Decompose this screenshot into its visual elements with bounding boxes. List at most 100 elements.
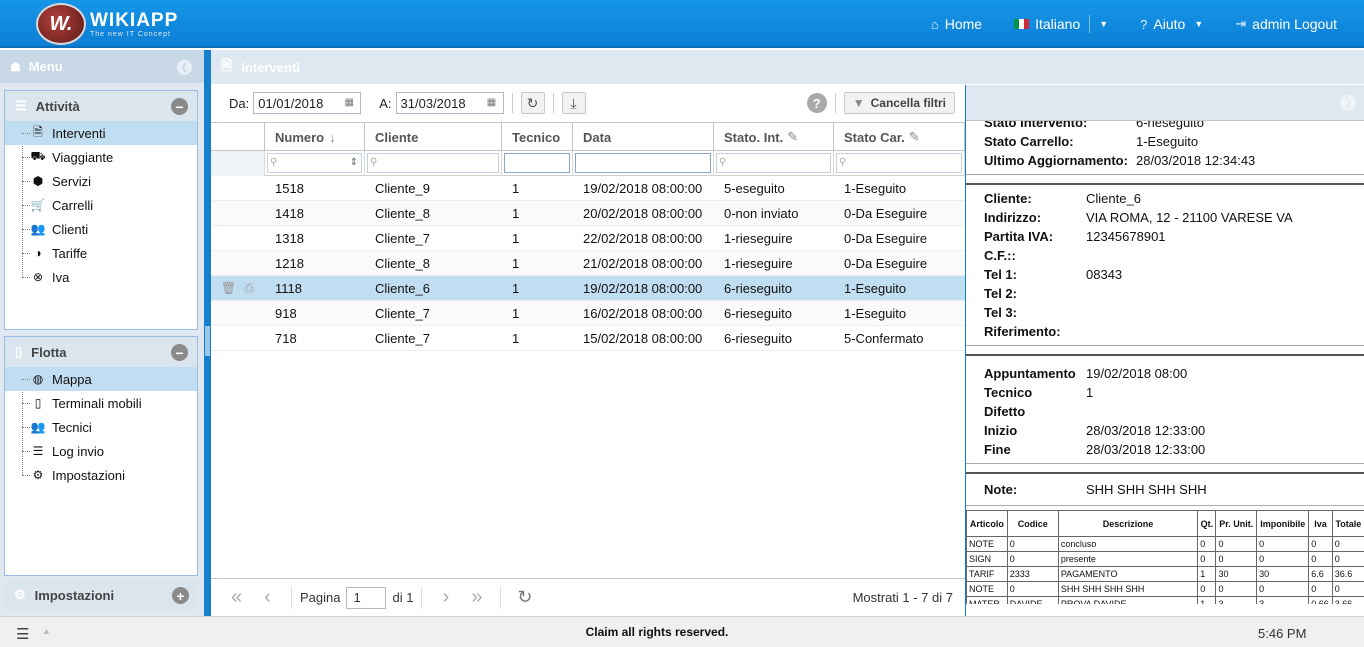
sidebar-item-carrelli[interactable]: 🛒 Carrelli: [5, 193, 197, 217]
language-menu[interactable]: Italiano ▼: [1014, 15, 1108, 33]
sidebar-item-viaggiante[interactable]: ⛟ Viaggiante: [5, 145, 197, 169]
table-row[interactable]: 1418 Cliente_8 1 20/02/2018 08:00:00 0-non i…: [211, 201, 965, 226]
expand-panel-button[interactable]: +: [172, 587, 189, 604]
customer-section: Cliente: Cliente_6 Indirizzo: VIA ROMA, 12…: [966, 183, 1364, 346]
table-row[interactable]: 718 Cliente_7 1 15/02/2018 08:00:00 6-rieseg…: [211, 326, 965, 351]
sign-out-icon: ⇥: [1235, 16, 1247, 31]
help-menu[interactable]: ? Aiuto ▼: [1140, 16, 1203, 32]
from-date-field[interactable]: 01/01/2018 ▦: [253, 92, 362, 114]
items-table-cell: 0: [1197, 581, 1217, 597]
table-row[interactable]: 🗑 ⎙ 1118 Cliente_6 1 19/02/2018 08:00:00 6-rie…: [211, 276, 965, 301]
page-number-input[interactable]: 1: [346, 586, 387, 609]
filter-stato-car-input[interactable]: ⚲: [836, 153, 962, 173]
sidebar-item-servizi[interactable]: ⬢ Servizi: [5, 169, 197, 193]
items-table-cell: 2333: [1006, 566, 1059, 582]
collapse-sidebar-button[interactable]: ❮: [177, 60, 192, 75]
caret-down-icon: ▼: [1099, 19, 1109, 29]
help-button[interactable]: ?: [806, 93, 827, 113]
refresh-icon: ↻: [526, 94, 539, 111]
cell-numero: 718: [275, 330, 297, 346]
pager-status: Mostrati 1 - 7 di 7: [852, 590, 953, 605]
items-table-cell: SHH SHH SHH SHH: [1057, 581, 1199, 597]
refresh-icon[interactable]: ↻: [509, 587, 540, 608]
sidebar-item-iva[interactable]: ⊗ Iva: [5, 265, 197, 289]
sidebar-item-tariffe[interactable]: ◑ Tariffe: [5, 241, 197, 265]
column-header-cliente[interactable]: Cliente: [365, 123, 502, 151]
items-table-cell: 0: [1006, 536, 1059, 552]
sidebar-splitter[interactable]: [204, 50, 211, 616]
trash-icon[interactable]: 🗑: [221, 281, 236, 296]
filter-cliente-input[interactable]: ⚲: [367, 153, 499, 173]
cell-tecnico: 1: [512, 255, 520, 271]
logout-link[interactable]: ⇥ admin Logout: [1235, 16, 1337, 32]
first-page-icon[interactable]: «: [221, 586, 252, 609]
caret-down-icon: ▼: [1194, 19, 1204, 29]
filter-numero-input[interactable]: ⚲ ⇕: [267, 153, 362, 173]
document-icon: 🗎: [33, 124, 43, 139]
print-icon[interactable]: ⎙: [244, 281, 254, 296]
collapse-panel-button[interactable]: −: [171, 344, 188, 361]
sidebar-item-mappa[interactable]: ◍ Mappa: [5, 367, 197, 391]
note-section: Note: SHH SHH SHH SHH: [966, 472, 1364, 506]
filter-stato-int-input[interactable]: ⚲: [716, 153, 831, 173]
cell-cliente: Cliente_6: [375, 280, 430, 296]
column-header-stato-int[interactable]: Stato. Int. ✎: [714, 123, 834, 151]
items-table-cell: 0: [1197, 536, 1217, 552]
logo[interactable]: W. WIKIAPP The new IT Concept: [36, 3, 178, 45]
prev-page-icon[interactable]: ‹: [252, 586, 283, 609]
sidebar-item-log-invio[interactable]: ☰ Log invio: [5, 439, 197, 463]
gears-icon: ⚙: [14, 587, 26, 602]
list-icon: ☰: [32, 444, 44, 458]
sidebar-item-clienti[interactable]: 👥 Clienti: [5, 217, 197, 241]
spinner-icon[interactable]: ⇕: [350, 154, 358, 172]
cart-icon: 🛒: [30, 198, 46, 212]
cell-data: 16/02/2018 08:00:00: [583, 305, 703, 321]
truck-icon: ⛟: [30, 149, 46, 163]
column-header-stato-car[interactable]: Stato Car. ✎: [834, 123, 965, 151]
calendar-icon[interactable]: ▦: [483, 95, 501, 111]
top-nav: ⌂ Home Italiano ▼ ? Aiuto ▼ ⇥ admin Logo…: [899, 0, 1337, 48]
items-table-row: TARIF 2333 PAGAMENTO 1 30 30 6.6 36.6: [966, 566, 1364, 582]
cell-stato-int: 6-rieseguito: [724, 280, 792, 296]
cell-stato-int: 5-eseguito: [724, 180, 785, 196]
next-page-icon[interactable]: ›: [430, 586, 461, 609]
sidebar-item-interventi[interactable]: 🗎 Interventi: [5, 121, 197, 145]
items-table-cell: TARIF: [966, 566, 1008, 582]
cell-stato-car: 1-Eseguito: [844, 280, 907, 296]
to-date-field[interactable]: 31/03/2018 ▦: [395, 92, 504, 114]
calendar-icon[interactable]: ▦: [340, 95, 358, 111]
sidebar-item-tecnici[interactable]: 👥 Tecnici: [5, 415, 197, 439]
copyright-text: Claim all rights reserved.: [585, 625, 729, 639]
download-button[interactable]: ⤓: [561, 92, 586, 114]
items-table-cell: NOTE: [966, 581, 1008, 597]
collapse-panel-button[interactable]: −: [171, 98, 188, 115]
column-header-data[interactable]: Data: [573, 123, 714, 151]
items-table-cell: 0: [1256, 536, 1310, 552]
sidebar-item-terminali-mobili[interactable]: ▯ Terminali mobili: [5, 391, 197, 415]
table-row[interactable]: 1518 Cliente_9 1 19/02/2018 08:00:00 5-esegu…: [211, 176, 965, 201]
clear-filters-button[interactable]: ▼ Cancella filtri: [843, 92, 955, 114]
home-link[interactable]: ⌂ Home: [931, 16, 982, 32]
collapse-detail-button[interactable]: ❯: [1340, 95, 1356, 111]
cell-cliente: Cliente_8: [375, 205, 430, 221]
table-row[interactable]: 1218 Cliente_8 1 21/02/2018 08:00:00 1-riese…: [211, 251, 965, 276]
sidebar-item-impostazioni[interactable]: ⚙ Impostazioni: [5, 463, 197, 487]
cell-numero: 1418: [275, 205, 304, 221]
column-header-tecnico[interactable]: Tecnico: [502, 123, 573, 151]
detail-content: Stato Intervento: 6-rieseguito Stato Carr…: [966, 109, 1364, 604]
refresh-button[interactable]: ↻: [520, 92, 545, 114]
filter-tecnico-input[interactable]: [504, 153, 570, 173]
items-table-cell: presente: [1057, 551, 1199, 567]
cell-stato-int: 0-non inviato: [724, 205, 799, 221]
table-row[interactable]: 1318 Cliente_7 1 22/02/2018 08:00:00 1-riese…: [211, 226, 965, 251]
table-row[interactable]: 918 Cliente_7 1 16/02/2018 08:00:00 6-rieseg…: [211, 301, 965, 326]
last-page-icon[interactable]: »: [461, 586, 492, 609]
filter-icon: ▼: [852, 96, 865, 110]
panel-flotta-header[interactable]: ▯ Flotta −: [5, 337, 197, 367]
filter-data-input[interactable]: [575, 153, 711, 173]
panel-attivita-header[interactable]: ☰ Attività −: [5, 91, 197, 121]
cell-numero: 1518: [275, 180, 304, 196]
edit-icon: ✎: [787, 129, 799, 144]
column-header-numero[interactable]: Numero ↓: [265, 123, 365, 151]
panel-impostazioni-header[interactable]: ⚙ Impostazioni +: [4, 580, 198, 610]
